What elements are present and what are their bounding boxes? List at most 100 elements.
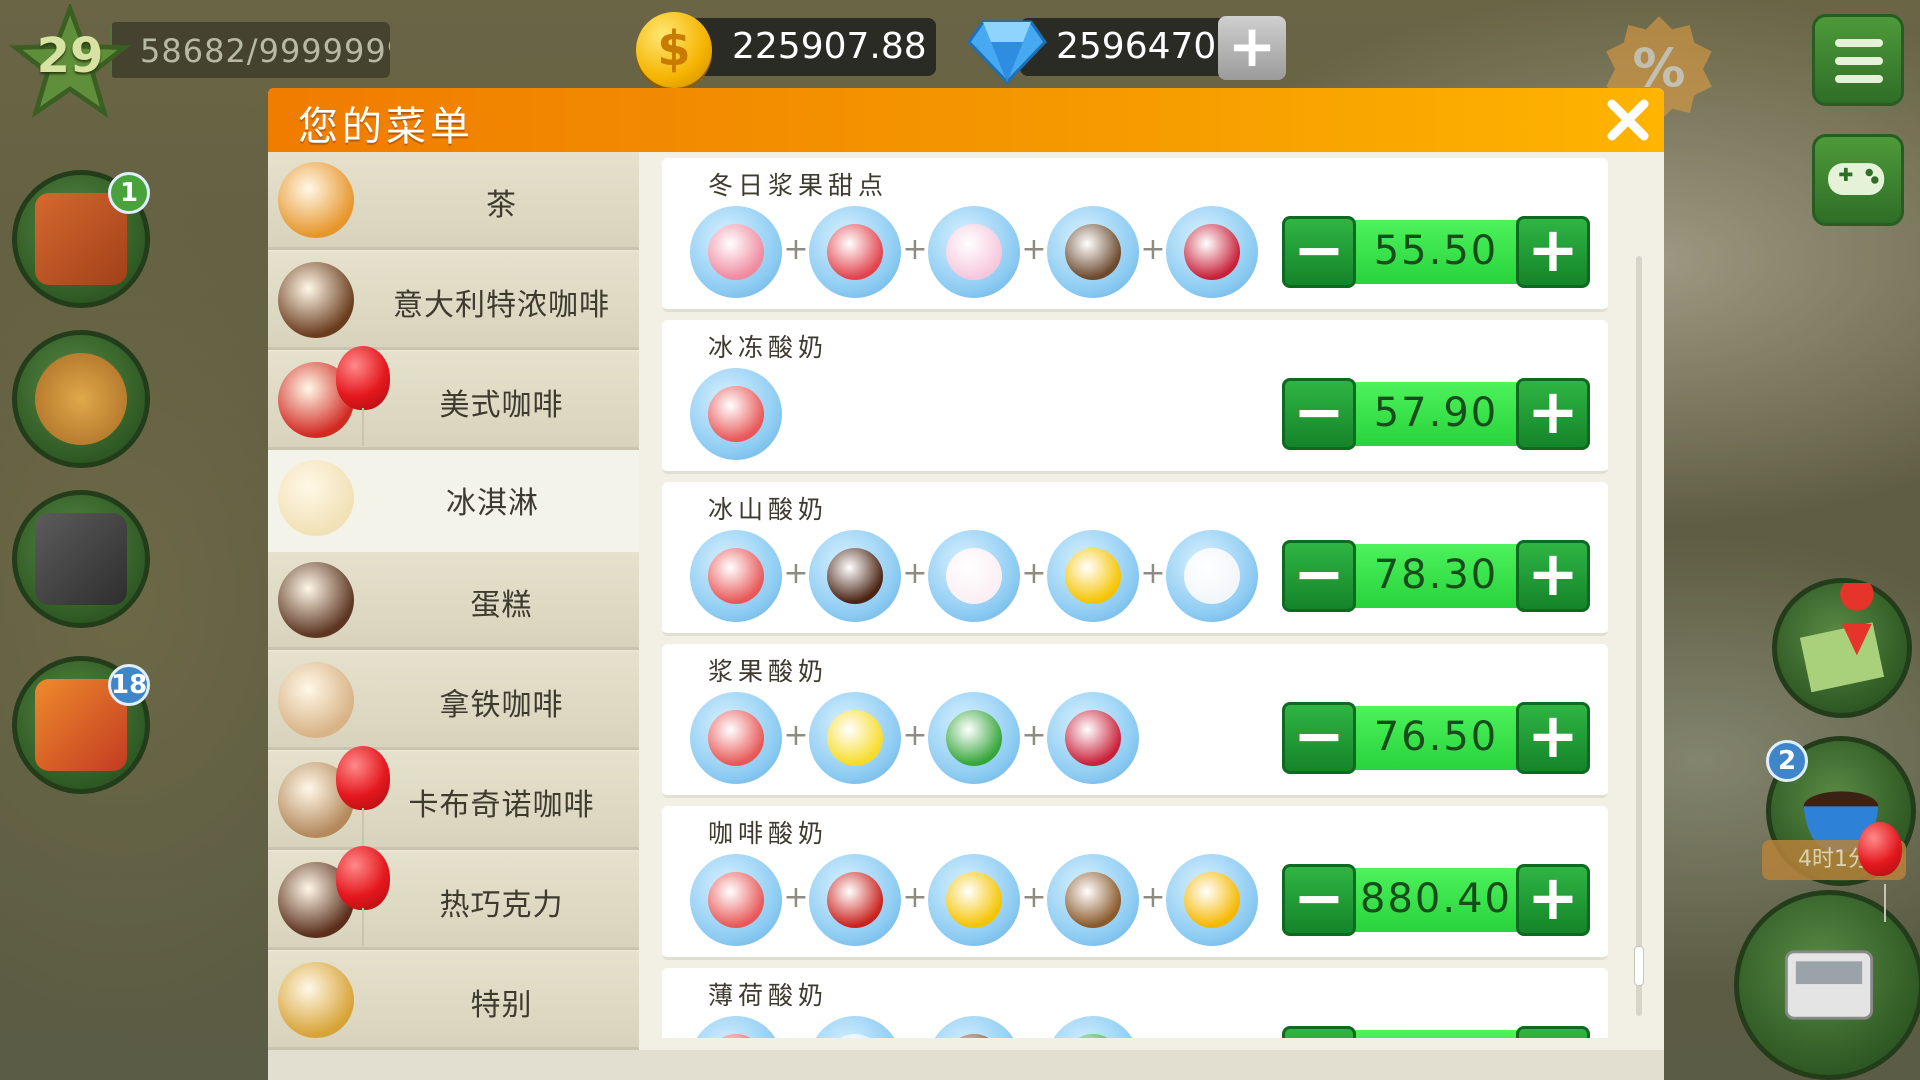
price-stepper[interactable]: 57.90− + xyxy=(1282,378,1590,450)
category-tab[interactable]: 茶 xyxy=(268,152,639,250)
cash-register-icon xyxy=(1784,950,1874,1020)
close-button[interactable] xyxy=(1600,92,1656,148)
chocolate-drop-icon xyxy=(809,530,901,622)
phone-button[interactable] xyxy=(12,490,150,628)
plus-separator: + xyxy=(902,718,928,753)
menu-item-card: 冰冻酸奶 57.90− + xyxy=(662,320,1608,474)
price-value: 57.90 xyxy=(1373,390,1499,436)
balloon-icon[interactable] xyxy=(336,846,390,946)
frozen-yogurt-icon xyxy=(690,854,782,946)
telephone-icon xyxy=(35,513,127,605)
ingredients-sack-button[interactable] xyxy=(12,330,150,468)
latte-icon xyxy=(278,662,354,738)
plus-separator: + xyxy=(1021,556,1047,591)
menu-item-card: 咖啡酸奶 + + + +880.40− + xyxy=(662,806,1608,960)
gamepad-icon[interactable] xyxy=(1812,134,1904,226)
balloon-icon[interactable] xyxy=(1858,822,1902,922)
syrup-drop-icon xyxy=(928,854,1020,946)
coin-balance: 225907.88 xyxy=(680,18,936,76)
menu-item-card: 浆果酸奶 + + +76.50− + xyxy=(662,644,1608,798)
berries-icon xyxy=(1166,206,1258,298)
price-value: 76.50 xyxy=(1373,714,1499,760)
price-value: 55.50 xyxy=(1373,228,1499,274)
category-label: 意大利特浓咖啡 xyxy=(393,288,610,323)
category-tab[interactable]: 热巧克力 xyxy=(268,852,639,950)
close-icon xyxy=(1607,99,1649,141)
category-tab[interactable]: 冰淇淋 xyxy=(268,450,639,552)
category-sidebar: 茶意大利特浓咖啡美式咖啡 冰淇淋 蛋糕拿铁咖啡卡布奇诺咖啡热巧克力特别 xyxy=(268,152,639,1080)
plus-separator: + xyxy=(902,556,928,591)
plus-separator: + xyxy=(1021,232,1047,267)
plus-separator: + xyxy=(902,880,928,915)
balloon-icon[interactable] xyxy=(336,346,390,446)
scrollbar-thumb[interactable] xyxy=(1634,946,1644,986)
mint-icon xyxy=(928,692,1020,784)
category-tab[interactable]: 蛋糕 xyxy=(268,552,639,650)
espresso-icon xyxy=(278,262,354,338)
sugar-icon xyxy=(1166,530,1258,622)
category-tab[interactable]: 特别 xyxy=(268,952,639,1050)
decrease-price-button[interactable]: − xyxy=(1282,702,1356,774)
ice-icon xyxy=(809,1016,901,1038)
honeycomb-icon xyxy=(1166,854,1258,946)
menu-item-name: 冰山酸奶 xyxy=(708,495,829,524)
increase-price-button[interactable]: + xyxy=(1516,540,1590,612)
plus-separator: + xyxy=(783,232,809,267)
category-label: 热巧克力 xyxy=(439,888,564,923)
frozen-yogurt-icon xyxy=(690,1016,782,1038)
plus-separator: + xyxy=(1021,880,1047,915)
frozen-yogurt-icon xyxy=(690,692,782,784)
map-button[interactable] xyxy=(1772,577,1912,718)
price-stepper[interactable]: 880.40− + xyxy=(1282,864,1590,936)
increase-price-button[interactable]: + xyxy=(1516,378,1590,450)
category-tab[interactable]: 卡布奇诺咖啡 xyxy=(268,752,639,850)
menu-item-name: 浆果酸奶 xyxy=(708,657,829,686)
coconut-icon xyxy=(1047,206,1139,298)
increase-price-button[interactable]: + xyxy=(1516,216,1590,288)
plus-separator: + xyxy=(783,718,809,753)
category-tab[interactable]: 美式咖啡 xyxy=(268,352,639,450)
decrease-price-button[interactable]: − xyxy=(1282,1026,1356,1038)
category-tab[interactable]: 拿铁咖啡 xyxy=(268,652,639,750)
menu-scrollbar[interactable] xyxy=(1634,256,1644,1016)
increase-price-button[interactable]: + xyxy=(1516,702,1590,774)
menu-panel-footer xyxy=(268,1050,1664,1080)
mint-icon xyxy=(1047,1016,1139,1038)
increase-price-button[interactable]: + xyxy=(1516,864,1590,936)
menu-panel: 您的菜单 茶意大利特浓咖啡 美式咖啡 冰淇淋 蛋糕 拿铁咖啡 卡布奇诺咖啡 热巧克力 特别 冬… xyxy=(268,88,1664,1080)
coin-balance-value: 225907.88 xyxy=(732,26,927,67)
lemon-icon xyxy=(809,692,901,784)
menu-item-card: 冰山酸奶 + + + +78.30− + xyxy=(662,482,1608,636)
tea-icon xyxy=(278,162,354,238)
syrup-drop-icon xyxy=(1047,530,1139,622)
increase-price-button[interactable]: + xyxy=(1516,1026,1590,1038)
berry-sundae-icon xyxy=(690,206,782,298)
decrease-price-button[interactable]: − xyxy=(1282,216,1356,288)
category-label: 拿铁咖啡 xyxy=(439,688,564,723)
task-list-icon[interactable] xyxy=(1812,14,1904,106)
menu-item-list[interactable]: 冬日浆果甜点 + + + +55.50− + 冰冻酸奶 57.90− + 冰山酸奶 + + + +78.3… xyxy=(662,158,1608,1038)
balloon-icon[interactable] xyxy=(336,746,390,846)
decrease-price-button[interactable]: − xyxy=(1282,378,1356,450)
gift-notification-badge: 18 xyxy=(108,664,150,706)
buy-gems-button[interactable]: + xyxy=(1218,16,1286,80)
cash-register-button[interactable] xyxy=(1734,890,1920,1080)
strawberry-cake-icon xyxy=(809,206,901,298)
decrease-price-button[interactable]: − xyxy=(1282,864,1356,936)
price-stepper[interactable]: 55.50− + xyxy=(1282,216,1590,288)
plus-separator: + xyxy=(1140,232,1166,267)
map-pin-icon xyxy=(1799,577,1885,693)
xp-text: 58682/9999999 xyxy=(140,32,390,70)
category-label: 茶 xyxy=(486,188,517,223)
gem-balance-value: 2596470 xyxy=(1056,26,1217,67)
plus-separator: + xyxy=(902,232,928,267)
price-stepper[interactable]: 78.30− + xyxy=(1282,540,1590,612)
category-tab[interactable]: 意大利特浓咖啡 xyxy=(268,252,639,350)
price-stepper[interactable]: 76.50− + xyxy=(1282,702,1590,774)
cake-icon xyxy=(278,562,354,638)
plus-separator: + xyxy=(783,556,809,591)
player-level: 29 xyxy=(36,28,104,84)
marshmallow-icon xyxy=(928,206,1020,298)
decrease-price-button[interactable]: − xyxy=(1282,540,1356,612)
price-stepper[interactable]: −+ xyxy=(1282,1026,1590,1038)
